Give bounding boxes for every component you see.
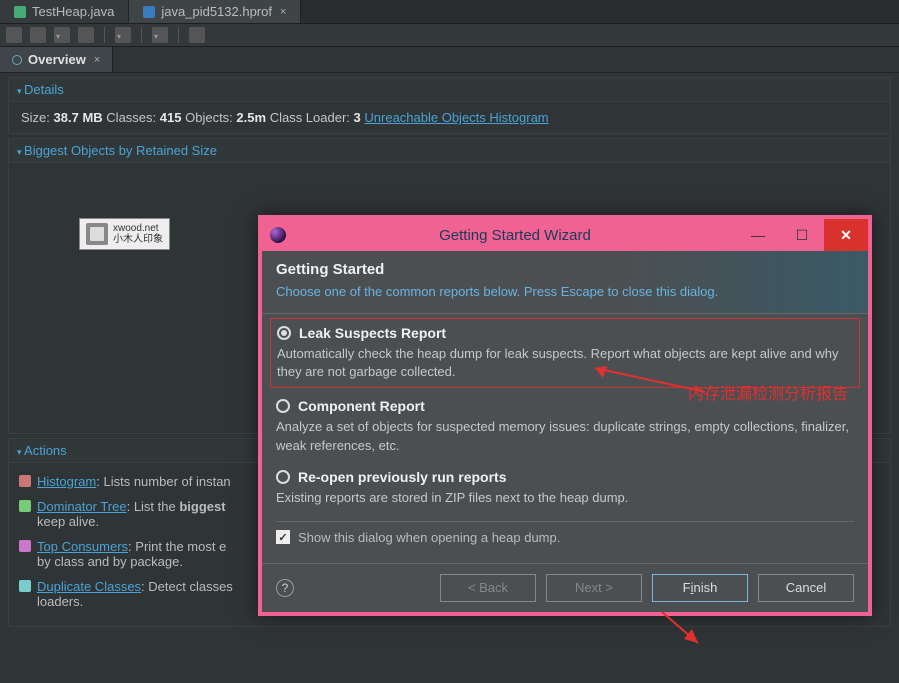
dominator-desc2: keep alive. xyxy=(37,514,99,529)
close-icon[interactable]: × xyxy=(280,6,286,18)
duplicate-icon xyxy=(19,580,31,592)
histogram-link[interactable]: Histogram xyxy=(37,474,96,489)
toolbar-separator xyxy=(141,27,142,43)
overview-tab[interactable]: Overview × xyxy=(0,47,113,72)
help-icon[interactable]: ? xyxy=(276,579,294,597)
dup-desc2: loaders. xyxy=(37,594,83,609)
biggest-header[interactable]: Biggest Objects by Retained Size xyxy=(9,139,890,163)
maximize-button[interactable]: ☐ xyxy=(780,219,824,251)
loader-label: Class Loader: xyxy=(270,110,350,125)
details-panel: Details Size: 38.7 MB Classes: 415 Objec… xyxy=(8,77,891,134)
finish-button[interactable]: Finish xyxy=(652,574,748,602)
dialog-sub: Choose one of the common reports below. … xyxy=(276,284,854,299)
editor-toolbar xyxy=(0,24,899,47)
tool-gc-icon[interactable] xyxy=(78,27,94,43)
opt-desc: Automatically check the heap dump for le… xyxy=(277,345,853,381)
checkbox-label: Show this dialog when opening a heap dum… xyxy=(298,530,560,545)
radio-icon[interactable] xyxy=(276,470,290,484)
dialog-title: Getting Started Wizard xyxy=(294,227,736,244)
histogram-desc: : Lists number of instan xyxy=(96,474,230,489)
unreachable-link[interactable]: Unreachable Objects Histogram xyxy=(364,110,548,125)
toolbar-separator xyxy=(178,27,179,43)
option-reopen-reports[interactable]: Re-open previously run reports Existing … xyxy=(276,469,854,507)
objects-label: Objects: xyxy=(185,110,233,125)
info-icon xyxy=(12,55,22,65)
checkbox-icon[interactable]: ✓ xyxy=(276,530,290,544)
file-tab-hprof[interactable]: java_pid5132.hprof × xyxy=(129,0,301,23)
tool-query-icon[interactable] xyxy=(115,27,131,43)
file-tab-testheap[interactable]: TestHeap.java xyxy=(0,0,129,23)
file-tab-label: java_pid5132.hprof xyxy=(161,4,272,19)
tool-tree-icon[interactable] xyxy=(54,27,70,43)
show-dialog-checkbox-row[interactable]: ✓ Show this dialog when opening a heap d… xyxy=(276,521,854,553)
eclipse-icon xyxy=(270,227,286,243)
annotation-arrow-icon xyxy=(585,362,705,402)
hprof-file-icon xyxy=(143,6,155,18)
watermark-line1: xwood.net xyxy=(113,223,163,234)
top-consumers-icon xyxy=(19,540,31,552)
option-leak-suspects[interactable]: Leak Suspects Report Automatically check… xyxy=(270,318,860,388)
classes-value: 415 xyxy=(160,110,182,125)
back-button[interactable]: < Back xyxy=(440,574,536,602)
opt-desc: Existing reports are stored in ZIP files… xyxy=(276,489,854,507)
dialog-header: Getting Started Choose one of the common… xyxy=(262,251,868,314)
annotation-text: 内存泄漏检测分析报告 xyxy=(688,380,848,404)
classes-label: Classes: xyxy=(106,110,156,125)
objects-value: 2.5m xyxy=(236,110,266,125)
dominator-bold: biggest xyxy=(179,499,225,514)
next-button[interactable]: Next > xyxy=(546,574,642,602)
top-desc: : Print the most e xyxy=(128,539,226,554)
details-header[interactable]: Details xyxy=(9,78,890,102)
dialog-titlebar[interactable]: Getting Started Wizard — ☐ ✕ xyxy=(262,219,868,251)
top-link[interactable]: Top Consumers xyxy=(37,539,128,554)
opt-desc: Analyze a set of objects for suspected m… xyxy=(276,418,854,454)
tool-search-icon[interactable] xyxy=(189,27,205,43)
annotation-arrow-icon xyxy=(652,607,712,655)
opt-label: Component Report xyxy=(298,398,425,414)
toolbar-separator xyxy=(104,27,105,43)
opt-label: Re-open previously run reports xyxy=(298,469,506,485)
file-tab-bar: TestHeap.java java_pid5132.hprof × xyxy=(0,0,899,24)
radio-icon[interactable] xyxy=(277,326,291,340)
dominator-icon xyxy=(19,500,31,512)
histogram-icon xyxy=(19,475,31,487)
dialog-footer: ? < Back Next > Finish Cancel xyxy=(262,563,868,612)
loader-value: 3 xyxy=(354,110,361,125)
dup-desc: : Detect classes xyxy=(141,579,233,594)
view-tab-bar: Overview × xyxy=(0,47,899,73)
getting-started-dialog: Getting Started Wizard — ☐ ✕ Getting Sta… xyxy=(258,215,872,616)
tool-info-icon[interactable] xyxy=(6,27,22,43)
top-desc2: by class and by package. xyxy=(37,554,183,569)
robot-icon xyxy=(86,223,108,245)
close-button[interactable]: ✕ xyxy=(824,219,868,251)
dup-link[interactable]: Duplicate Classes xyxy=(37,579,141,594)
option-component-report[interactable]: Component Report Analyze a set of object… xyxy=(276,398,854,454)
minimize-button[interactable]: — xyxy=(736,219,780,251)
radio-icon[interactable] xyxy=(276,399,290,413)
watermark-line2: 小木人印象 xyxy=(113,234,163,245)
overview-tab-label: Overview xyxy=(28,52,86,67)
close-icon[interactable]: × xyxy=(94,54,100,66)
dialog-body: Leak Suspects Report Automatically check… xyxy=(262,314,868,563)
dominator-link[interactable]: Dominator Tree xyxy=(37,499,127,514)
dominator-desc1: : List the xyxy=(127,499,180,514)
dialog-heading: Getting Started xyxy=(276,261,854,278)
details-body: Size: 38.7 MB Classes: 415 Objects: 2.5m… xyxy=(9,102,890,133)
opt-label: Leak Suspects Report xyxy=(299,325,446,341)
tool-report-icon[interactable] xyxy=(152,27,168,43)
size-label: Size: xyxy=(21,110,50,125)
size-value: 38.7 MB xyxy=(54,110,103,125)
watermark-logo: xwood.net 小木人印象 xyxy=(79,218,170,250)
file-tab-label: TestHeap.java xyxy=(32,4,114,19)
tool-histogram-icon[interactable] xyxy=(30,27,46,43)
cancel-button[interactable]: Cancel xyxy=(758,574,854,602)
java-file-icon xyxy=(14,6,26,18)
